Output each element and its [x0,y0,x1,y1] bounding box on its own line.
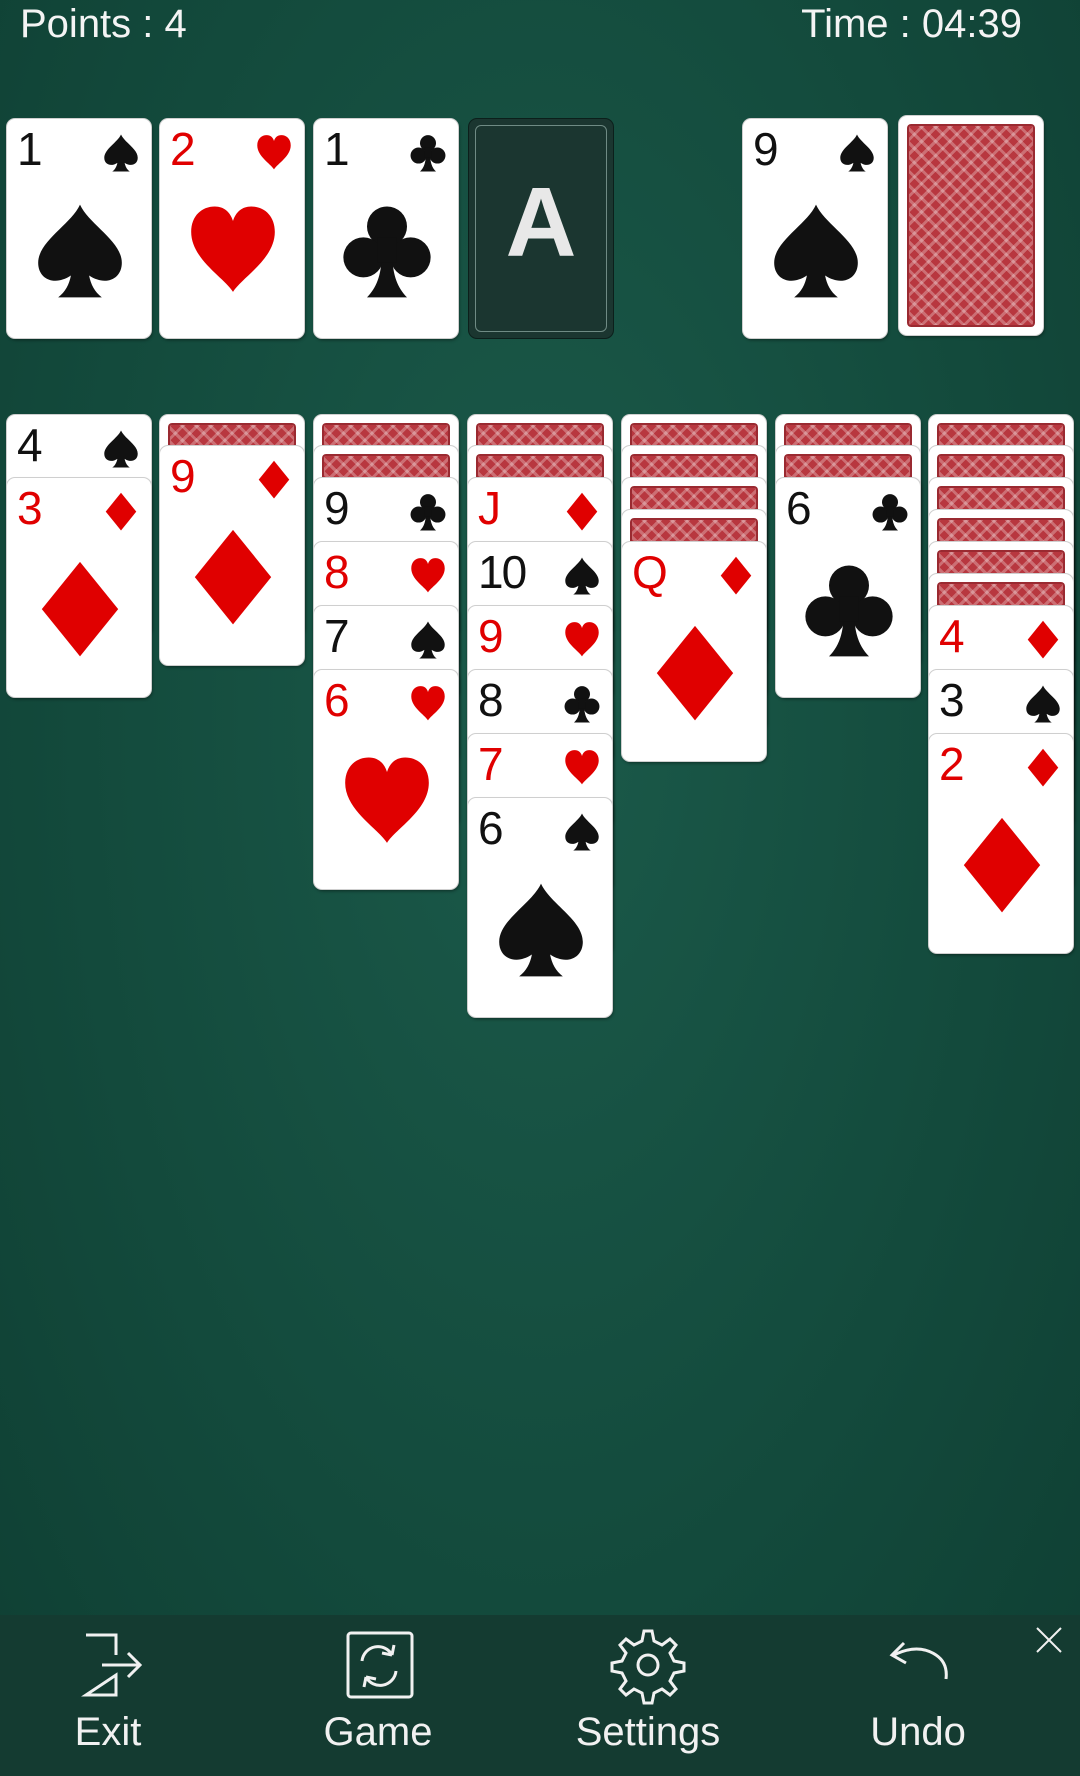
points-label: Points : [20,2,154,46]
heart-pip-icon [340,752,434,852]
card-rank: 9 [170,450,196,502]
foundation-slot-empty[interactable]: A [469,119,613,338]
spade-pip-icon [494,880,588,980]
close-icon [1034,1625,1064,1655]
time-display: Time : 04:39 [801,0,1022,48]
card-rank: 6 [324,674,350,726]
card-rank: 4 [939,610,965,662]
card-6-of-hearts[interactable]: 6 [314,670,458,889]
spade-icon [562,812,602,852]
spade-icon [408,620,448,660]
card-rank: Q [632,546,668,598]
undo-button[interactable]: Undo [838,1615,998,1776]
card-rank: 4 [17,419,43,471]
exit-button[interactable]: Exit [28,1615,188,1776]
card-rank: 10 [478,546,527,598]
game-button[interactable]: Game [298,1615,458,1776]
diamond-icon [562,492,602,532]
spade-icon [1023,684,1063,724]
exit-icon [68,1625,148,1705]
gear-icon [608,1625,688,1705]
card-1-of-clubs[interactable]: 1 [314,119,458,338]
club-icon [408,492,448,532]
club-icon [408,133,448,173]
close-ad-button[interactable] [1034,1625,1064,1655]
card-6-of-spades[interactable]: 6 [468,798,612,1017]
points-display: Points : 4 [20,0,187,48]
card-back-pattern [907,124,1035,327]
game-label: Game [323,1710,433,1754]
diamond-pip-icon [186,528,280,628]
card-rank: 1 [324,123,350,175]
card-rank: 8 [324,546,350,598]
spade-pip-icon [769,201,863,301]
stock-pile-card-back[interactable] [899,116,1043,335]
card-rank: 9 [478,610,504,662]
exit-label: Exit [74,1710,142,1754]
heart-icon [562,620,602,660]
card-rank: 2 [170,123,196,175]
card-rank: 1 [17,123,43,175]
card-6-of-clubs[interactable]: 6 [776,478,920,697]
heart-icon [408,684,448,724]
card-2-of-diamonds[interactable]: 2 [929,734,1073,953]
heart-icon [408,556,448,596]
diamond-icon [101,492,141,532]
card-rank: 3 [17,482,43,534]
spade-icon [101,429,141,469]
diamond-pip-icon [955,816,1049,916]
diamond-pip-icon [648,624,742,724]
card-2-of-hearts[interactable]: 2 [160,119,304,338]
diamond-icon [1023,620,1063,660]
settings-button[interactable]: Settings [548,1615,748,1776]
card-9-of-spades[interactable]: 9 [743,119,887,338]
time-label: Time : [801,2,911,46]
card-rank: 9 [324,482,350,534]
diamond-icon [716,556,756,596]
time-value: 04:39 [921,2,1022,46]
bottom-toolbar: Exit Game Settings Undo [0,1615,1080,1776]
foundation-slot-label: A [505,167,577,277]
heart-icon [254,133,294,173]
card-9-of-diamonds[interactable]: 9 [160,446,304,665]
card-rank: 2 [939,738,965,790]
club-icon [562,684,602,724]
card-rank: 3 [939,674,965,726]
diamond-pip-icon [33,560,127,660]
spade-icon [837,133,877,173]
club-pip-icon [802,560,896,660]
card-rank: 9 [753,123,779,175]
card-rank: J [478,482,501,534]
card-rank: 7 [478,738,504,790]
heart-pip-icon [186,201,280,301]
club-pip-icon [340,201,434,301]
undo-icon [878,1625,958,1705]
card-Q-of-diamonds[interactable]: Q [622,542,766,761]
undo-label: Undo [870,1710,966,1754]
card-3-of-diamonds[interactable]: 3 [7,478,151,697]
spade-icon [562,556,602,596]
card-rank: 6 [786,482,812,534]
diamond-icon [254,460,294,500]
spade-icon [101,133,141,173]
settings-label: Settings [575,1710,721,1754]
card-rank: 7 [324,610,350,662]
club-icon [870,492,910,532]
diamond-icon [1023,748,1063,788]
points-value: 4 [164,2,187,46]
refresh-icon [338,1625,418,1705]
card-rank: 8 [478,674,504,726]
card-1-of-spades[interactable]: 1 [7,119,151,338]
card-rank: 6 [478,802,504,854]
heart-icon [562,748,602,788]
spade-pip-icon [33,201,127,301]
